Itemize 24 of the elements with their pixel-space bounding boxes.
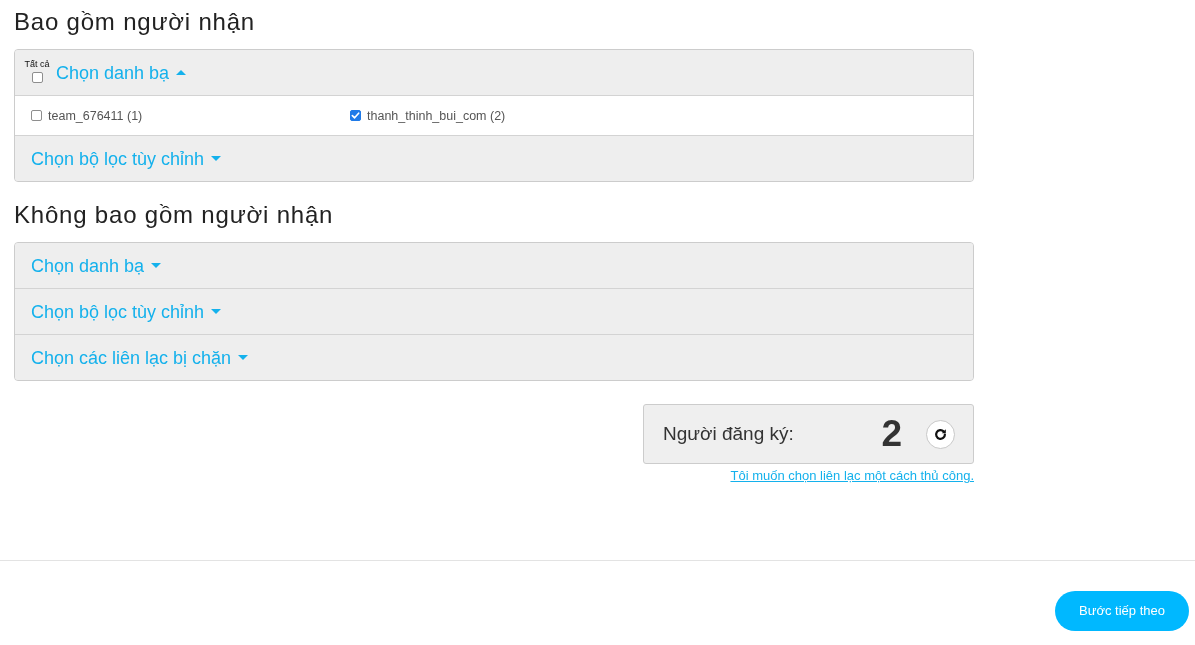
refresh-button[interactable]	[926, 419, 955, 449]
caret-icon	[176, 70, 187, 75]
dropdown-toggle[interactable]: Chọn danh bạ	[31, 254, 162, 277]
dropdown-toggle[interactable]: Chọn các liên lạc bị chặn	[31, 346, 249, 369]
manual-select-link[interactable]: Tôi muốn chọn liên lạc một cách thủ công.	[730, 468, 974, 484]
refresh-icon	[933, 426, 948, 442]
caret-icon	[151, 263, 162, 268]
next-step-button[interactable]: Bước tiếp theo	[1055, 591, 1189, 631]
contact-list-label: thanh_thinh_bui_com (2)	[367, 107, 506, 124]
caret-icon	[211, 309, 222, 314]
dropdown-toggle[interactable]: Chọn bộ lọc tùy chỉnh	[31, 147, 222, 170]
section-heading: Bao gồm người nhận	[14, 8, 257, 36]
dropdown-toggle[interactable]: Chọn bộ lọc tùy chỉnh	[31, 300, 222, 323]
caret-icon	[211, 156, 222, 161]
caret-icon	[238, 355, 249, 360]
subscriber-label: Người đăng ký:	[663, 423, 794, 445]
checkbox[interactable]	[31, 110, 42, 121]
contact-list-label: team_676411 (1)	[48, 107, 143, 124]
select-all-label: Tất cả	[24, 58, 50, 69]
dropdown-toggle[interactable]: Chọn danh bạ	[56, 61, 187, 84]
subscriber-count: 2	[881, 414, 902, 454]
checkbox[interactable]	[31, 71, 43, 83]
checkbox[interactable]	[350, 110, 361, 121]
section-heading: Không bao gồm người nhận	[14, 201, 335, 229]
